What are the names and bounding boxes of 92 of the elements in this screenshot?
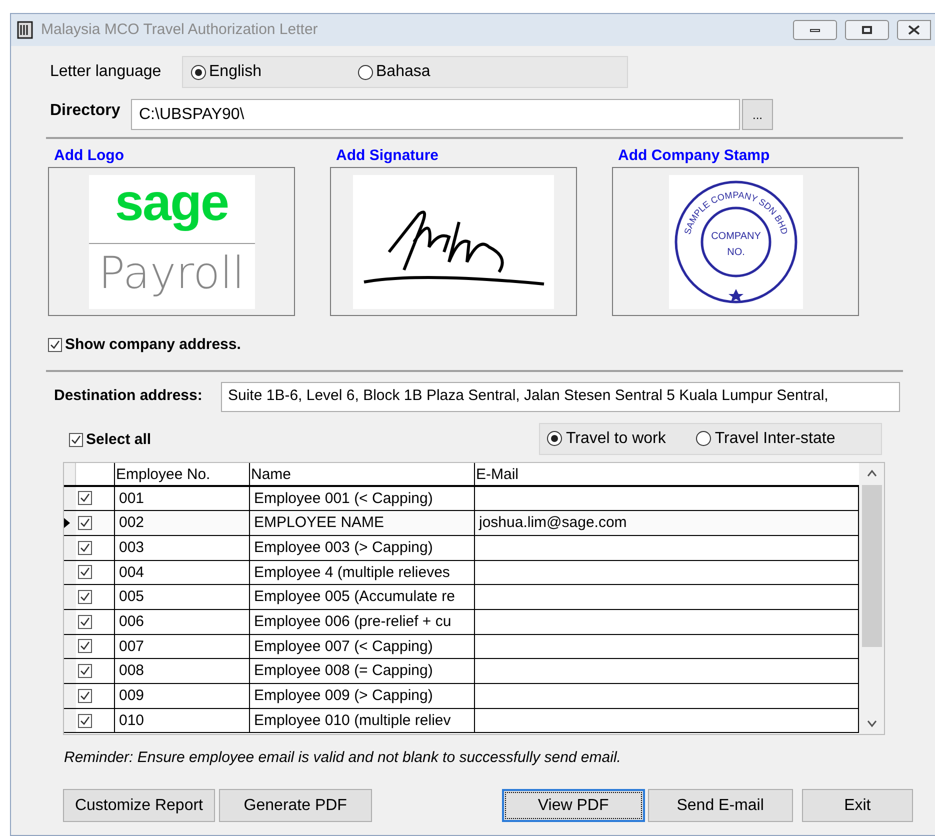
row-header-cell[interactable] — [64, 634, 76, 658]
table-row[interactable]: 007 Employee 007 (< Capping) — [64, 634, 859, 660]
image-frame[interactable]: sage Payroll — [48, 167, 295, 316]
action-button[interactable]: View PDF — [502, 789, 645, 822]
radio-button[interactable] — [191, 64, 206, 80]
radio-label: Travel to work — [566, 428, 666, 448]
table-cell: Employee 003 (> Capping) — [250, 536, 475, 560]
column-header[interactable]: Employee No. — [115, 462, 250, 484]
radio-label: English — [209, 62, 262, 82]
directory-label: Directory — [50, 101, 122, 121]
image-link[interactable]: Add Logo — [54, 147, 295, 165]
minimize-button[interactable] — [793, 20, 837, 40]
row-header-cell[interactable] — [64, 708, 76, 732]
radio-button[interactable] — [547, 431, 562, 446]
table-row[interactable]: 002 EMPLOYEE NAME joshua.lim@sage.com — [64, 511, 859, 536]
row-header-cell[interactable] — [64, 511, 76, 535]
row-checkbox[interactable] — [78, 565, 92, 580]
checkbox[interactable] — [69, 433, 83, 448]
table-row[interactable]: 010 Employee 010 (multiple reliev — [64, 708, 859, 734]
table-row[interactable]: 009 Employee 009 (> Capping) — [64, 684, 859, 709]
radio-button[interactable] — [696, 431, 711, 446]
row-checkbox[interactable] — [78, 664, 92, 678]
table-cell: EMPLOYEE NAME — [250, 511, 475, 535]
table-row[interactable]: 003 Employee 003 (> Capping) — [64, 536, 859, 561]
logo-text: sage — [114, 174, 228, 230]
row-header-cell[interactable] — [64, 486, 76, 510]
row-header-cell[interactable] — [64, 659, 76, 683]
row-checkbox[interactable] — [78, 516, 92, 530]
row-pointer-icon — [64, 518, 70, 528]
table-cell: 004 — [115, 560, 250, 584]
row-header-cell[interactable] — [64, 560, 76, 584]
letter-language-label: Letter language — [50, 62, 162, 82]
row-checkbox[interactable] — [78, 688, 92, 703]
close-icon — [908, 25, 920, 35]
table-row[interactable]: 005 Employee 005 (Accumulate re — [64, 585, 859, 610]
table-cell: 010 — [115, 708, 250, 732]
row-header-cell[interactable] — [64, 610, 76, 634]
row-checkbox[interactable] — [78, 639, 92, 654]
destination-field[interactable]: Suite 1B-6, Level 6, Block 1B Plaza Sentral, Jalan Stesen Sentral 5 Kuala Lumpur Sentral, — [221, 382, 900, 412]
radio-label: Travel Inter-state — [714, 428, 836, 448]
column-header[interactable]: E-Mail — [475, 462, 859, 484]
reminder-text: Reminder: Ensure employee email is valid and not blank to successfully send email. — [64, 748, 622, 768]
scrollbar[interactable] — [859, 462, 884, 734]
table-cell: 005 — [115, 585, 250, 609]
image-link[interactable]: Add Company Stamp — [618, 147, 859, 165]
action-button[interactable]: Send E-mail — [648, 789, 793, 822]
row-checkbox[interactable] — [78, 491, 92, 506]
radio-label: Bahasa — [376, 62, 430, 82]
action-button[interactable]: Customize Report — [63, 789, 215, 822]
table-cell: Employee 010 (multiple reliev — [250, 708, 475, 732]
table-row[interactable]: 008 Employee 008 (= Capping) — [64, 659, 859, 684]
checkbox-label: Select all — [86, 430, 152, 450]
row-checkbox[interactable] — [78, 540, 92, 555]
row-header-cell[interactable] — [64, 684, 76, 708]
column-header[interactable]: Name — [250, 462, 475, 484]
table-cell: 001 — [115, 486, 250, 510]
table-cell: Employee 4 (multiple relieves — [250, 560, 475, 584]
image-link[interactable]: Add Signature — [336, 147, 577, 165]
checkbox-label: Show company address. — [65, 335, 241, 355]
table-cell: 006 — [115, 610, 250, 634]
row-header-cell[interactable] — [64, 536, 76, 560]
action-button[interactable]: Generate PDF — [218, 789, 372, 822]
app-icon — [17, 21, 33, 39]
table-row[interactable]: 004 Employee 4 (multiple relieves — [64, 560, 859, 586]
table-cell: 003 — [115, 536, 250, 560]
image-frame[interactable] — [330, 167, 577, 316]
table-cell: 007 — [115, 634, 250, 658]
radio-button[interactable] — [358, 64, 373, 80]
table-cell: Employee 005 (Accumulate re — [250, 585, 475, 609]
table-row[interactable]: 006 Employee 006 (pre-relief + cu — [64, 610, 859, 635]
table-cell: Employee 009 (> Capping) — [250, 684, 475, 708]
window-title: Malaysia MCO Travel Authorization Letter — [41, 20, 319, 40]
logo-subtext: Payroll — [98, 246, 245, 300]
maximize-button[interactable] — [845, 20, 889, 40]
directory-field[interactable]: C:\UBSPAY90\ — [131, 99, 740, 130]
table-cell: 002 — [115, 511, 250, 535]
row-header-cell[interactable] — [64, 585, 76, 609]
browse-button[interactable]: ... — [742, 99, 773, 130]
row-checkbox[interactable] — [78, 714, 92, 728]
table-cell: 009 — [115, 684, 250, 708]
table-cell: Employee 007 (< Capping) — [250, 634, 475, 658]
action-button[interactable]: Exit — [802, 789, 913, 822]
checkbox[interactable] — [48, 338, 62, 352]
destination-label: Destination address: — [54, 386, 204, 406]
table-cell: Employee 006 (pre-relief + cu — [250, 610, 475, 634]
close-button[interactable] — [897, 20, 931, 40]
corner-header-cell — [64, 462, 76, 484]
table-cell: Employee 008 (= Capping) — [250, 659, 475, 683]
table-cell: 008 — [115, 659, 250, 683]
row-checkbox[interactable] — [78, 590, 92, 604]
row-checkbox[interactable] — [78, 614, 92, 629]
table-cell: Employee 001 (< Capping) — [250, 486, 475, 510]
